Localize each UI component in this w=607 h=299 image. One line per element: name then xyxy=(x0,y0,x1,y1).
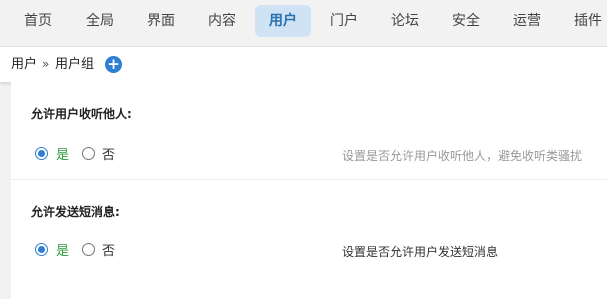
nav-item-home[interactable]: 首页 xyxy=(14,5,62,37)
nav-item-global[interactable]: 全局 xyxy=(76,5,124,37)
nav-item-plugins[interactable]: 插件 xyxy=(564,5,607,37)
setting-title-follow: 允许用户收听他人: xyxy=(31,107,132,121)
follow-no-label[interactable]: 否 xyxy=(102,144,115,163)
nav-item-users[interactable]: 用户 xyxy=(255,5,311,37)
top-navigation: 首页 全局 界面 内容 用户 门户 论坛 安全 运营 插件 xyxy=(0,0,607,47)
setting-title-messages: 允许发送短消息: xyxy=(31,205,120,219)
nav-item-security[interactable]: 安全 xyxy=(442,5,490,37)
breadcrumb-item-users[interactable]: 用户 xyxy=(11,47,37,82)
breadcrumb-separator: » xyxy=(42,57,50,71)
follow-hint: 设置是否允许用户收听他人，避免收听类骚扰 xyxy=(342,149,583,163)
follow-no-radio[interactable] xyxy=(82,147,95,160)
follow-yes-label[interactable]: 是 xyxy=(56,144,69,163)
add-icon[interactable]: + xyxy=(105,56,122,73)
messages-no-label[interactable]: 否 xyxy=(102,240,115,259)
nav-item-interface[interactable]: 界面 xyxy=(137,5,185,37)
messages-hint: 设置是否允许用户发送短消息 xyxy=(342,245,499,259)
breadcrumb-item-user-groups[interactable]: 用户组 xyxy=(55,47,94,82)
nav-item-content[interactable]: 内容 xyxy=(198,5,246,37)
follow-yes-radio[interactable] xyxy=(35,147,48,160)
nav-item-operations[interactable]: 运营 xyxy=(503,5,551,37)
breadcrumb: 用户 » 用户组 + xyxy=(0,47,607,82)
messages-no-radio[interactable] xyxy=(82,243,95,256)
messages-yes-label[interactable]: 是 xyxy=(56,240,69,259)
section-divider xyxy=(11,179,607,180)
nav-item-forum[interactable]: 论坛 xyxy=(381,5,429,37)
nav-item-portal[interactable]: 门户 xyxy=(320,5,368,37)
settings-panel: 允许用户收听他人: 是 否 设置是否允许用户收听他人，避免收听类骚扰 允许发送短… xyxy=(11,82,607,299)
messages-yes-radio[interactable] xyxy=(35,243,48,256)
